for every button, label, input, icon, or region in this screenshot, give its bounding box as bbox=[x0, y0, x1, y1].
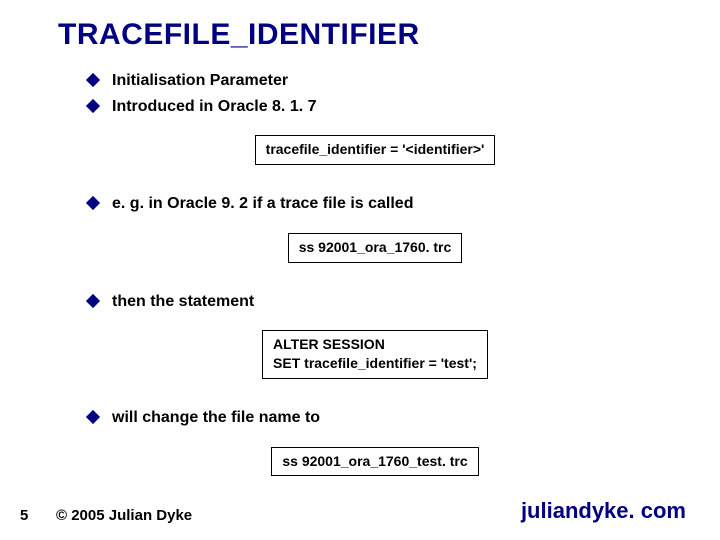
code-box: ALTER SESSION SET tracefile_identifier =… bbox=[262, 330, 488, 379]
diamond-bullet-icon bbox=[86, 410, 100, 424]
code-box: ss 92001_ora_1760_test. trc bbox=[271, 447, 478, 477]
diamond-bullet-icon bbox=[86, 99, 100, 113]
code-line: ALTER SESSION bbox=[273, 335, 477, 354]
diamond-bullet-icon bbox=[86, 293, 100, 307]
code-box-wrap: ALTER SESSION SET tracefile_identifier =… bbox=[0, 316, 720, 387]
code-box: tracefile_identifier = '<identifier>' bbox=[255, 135, 496, 165]
bullet-text: will change the file name to bbox=[112, 407, 320, 429]
copyright-text: © 2005 Julian Dyke bbox=[50, 507, 521, 524]
code-box-wrap: tracefile_identifier = '<identifier>' bbox=[0, 121, 720, 173]
slide-title: TRACEFILE_IDENTIFIER bbox=[0, 18, 720, 52]
bullet-item: then the statement bbox=[0, 291, 720, 313]
bullet-item: Initialisation Parameter bbox=[0, 70, 720, 92]
diamond-bullet-icon bbox=[86, 73, 100, 87]
diamond-bullet-icon bbox=[86, 196, 100, 210]
page-number: 5 bbox=[20, 507, 50, 524]
bullet-text: Initialisation Parameter bbox=[112, 70, 288, 92]
footer: 5 © 2005 Julian Dyke juliandyke. com bbox=[0, 498, 720, 524]
bullet-text: then the statement bbox=[112, 291, 254, 313]
bullet-item: e. g. in Oracle 9. 2 if a trace file is … bbox=[0, 193, 720, 215]
bullet-item: Introduced in Oracle 8. 1. 7 bbox=[0, 96, 720, 118]
site-link: juliandyke. com bbox=[521, 498, 686, 524]
code-line: SET tracefile_identifier = 'test'; bbox=[273, 354, 477, 373]
slide-container: TRACEFILE_IDENTIFIER Initialisation Para… bbox=[0, 0, 720, 540]
code-box-wrap: ss 92001_ora_1760. trc bbox=[0, 219, 720, 271]
bullet-text: Introduced in Oracle 8. 1. 7 bbox=[112, 96, 317, 118]
bullet-text: e. g. in Oracle 9. 2 if a trace file is … bbox=[112, 193, 413, 215]
code-box-wrap: ss 92001_ora_1760_test. trc bbox=[0, 433, 720, 485]
bullet-item: will change the file name to bbox=[0, 407, 720, 429]
code-box: ss 92001_ora_1760. trc bbox=[288, 233, 463, 263]
